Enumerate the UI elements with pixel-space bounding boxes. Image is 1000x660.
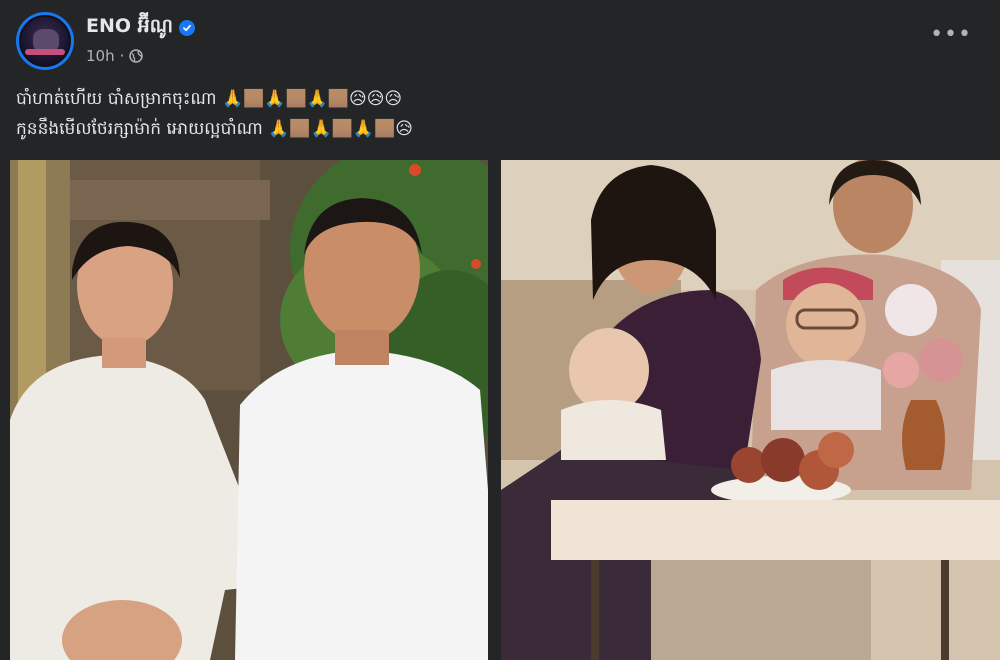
avatar-figure xyxy=(33,29,59,51)
author-name[interactable]: ENO អ៊ីណូ xyxy=(86,14,173,42)
caption-line-2-emoji: 🙏🏽🙏🏽🙏🏽😥 xyxy=(268,119,413,139)
post-timestamp[interactable]: 10h xyxy=(86,47,115,65)
post-header: ENO អ៊ីណូ 10h · xyxy=(16,12,195,72)
verified-badge-icon xyxy=(178,20,195,36)
author-avatar[interactable] xyxy=(16,12,74,70)
post-caption: បាំហាត់ហើយ បាំសម្រាកចុះណា 🙏🏽🙏🏽🙏🏽😥😥😥 កូនន… xyxy=(16,84,413,144)
avatar-band xyxy=(25,49,65,55)
photo-couple[interactable] xyxy=(10,160,488,660)
more-options-icon[interactable]: ••• xyxy=(930,22,972,47)
caption-line-1-emoji: 🙏🏽🙏🏽🙏🏽😥😥😥 xyxy=(221,89,403,109)
photo-family-vintage[interactable] xyxy=(501,160,1000,660)
caption-line-2: កូននឹងមើលថែរក្សាម៉ាក់ អោយល្អបាំណា 🙏🏽🙏🏽🙏🏽… xyxy=(16,114,413,144)
globe-icon[interactable] xyxy=(129,49,144,63)
photo-grid xyxy=(0,158,1000,660)
author-row: ENO អ៊ីណូ xyxy=(86,14,195,42)
post-meta: ENO អ៊ីណូ 10h · xyxy=(86,14,195,65)
facebook-post: ENO អ៊ីណូ 10h · ••• បាំហាត់ហើយ បាំសម្រាក… xyxy=(0,0,1000,660)
meta-separator: · xyxy=(119,47,125,65)
post-time-row: 10h · xyxy=(86,47,195,65)
caption-line-2-text: កូននឹងមើលថែរក្សាម៉ាក់ អោយល្អបាំណា xyxy=(16,119,263,139)
caption-line-1: បាំហាត់ហើយ បាំសម្រាកចុះណា 🙏🏽🙏🏽🙏🏽😥😥😥 xyxy=(16,84,413,114)
caption-line-1-text: បាំហាត់ហើយ បាំសម្រាកចុះណា xyxy=(16,89,217,109)
avatar-image xyxy=(19,15,71,67)
